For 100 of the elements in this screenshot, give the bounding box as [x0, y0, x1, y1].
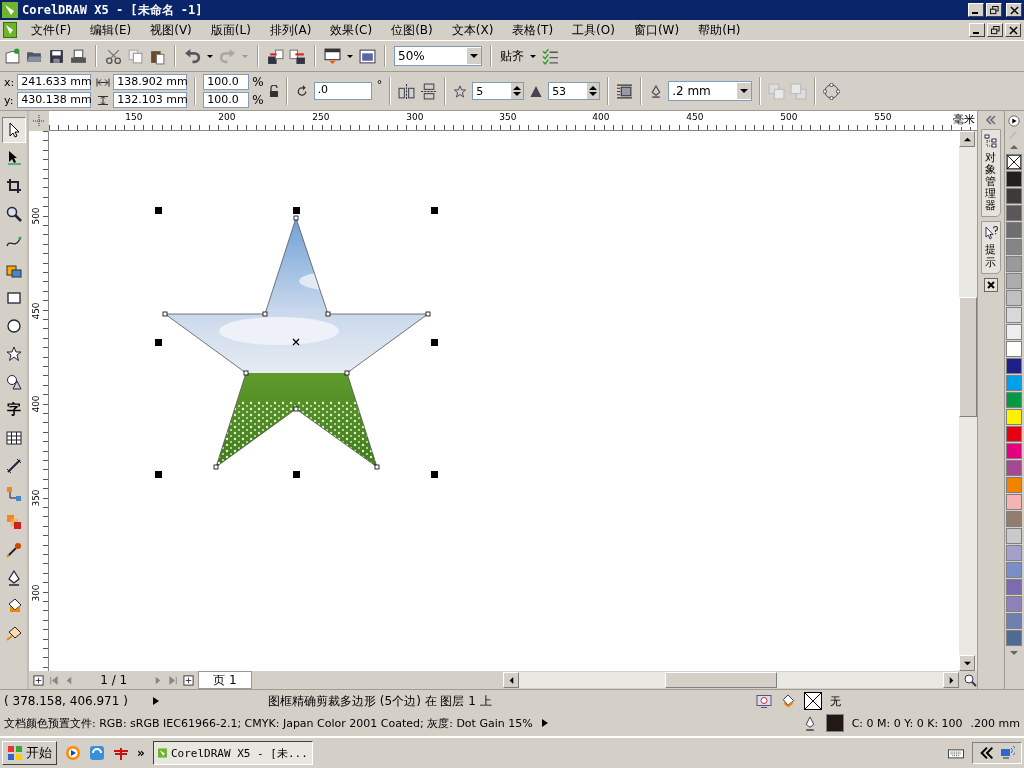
color-swatch[interactable]: [1006, 477, 1023, 493]
selection-handle[interactable]: [431, 207, 439, 214]
color-swatch[interactable]: [1006, 375, 1023, 391]
snap-to-menu[interactable]: 贴齐: [500, 47, 524, 65]
selection-handle[interactable]: [431, 471, 439, 478]
network-icon[interactable]: [999, 745, 1015, 761]
monitor-icon[interactable]: [756, 693, 772, 709]
color-swatch[interactable]: [1006, 205, 1023, 221]
export-icon[interactable]: [289, 47, 306, 65]
scroll-right-icon[interactable]: [947, 676, 955, 684]
docker-tab[interactable]: 对象管理器: [980, 129, 1001, 218]
collapse-chevron-icon[interactable]: [984, 115, 997, 125]
close-button[interactable]: [1006, 3, 1022, 17]
node-handle[interactable]: [293, 215, 299, 221]
caret-icon[interactable]: [529, 52, 537, 60]
tool-button[interactable]: 字: [1, 397, 26, 423]
selection-handle[interactable]: [431, 339, 439, 346]
center-mark-icon[interactable]: [292, 338, 300, 346]
wrap-text-icon[interactable]: [616, 82, 634, 100]
color-swatch[interactable]: [1006, 426, 1023, 442]
color-swatch[interactable]: [1006, 273, 1023, 289]
color-swatch[interactable]: [1006, 239, 1023, 255]
color-swatch[interactable]: [1006, 460, 1023, 476]
scroll-down-icon[interactable]: [963, 659, 971, 667]
spin-arrows-icon[interactable]: [589, 85, 598, 97]
outline-width-dropdown[interactable]: .2 mm: [668, 81, 753, 101]
chevron-icon[interactable]: [979, 745, 995, 761]
scale-y-field[interactable]: 100.0: [203, 92, 250, 108]
menu-item[interactable]: 排列(A): [269, 21, 312, 39]
color-swatch[interactable]: [1006, 562, 1023, 578]
scroll-up-icon[interactable]: [963, 135, 971, 143]
menu-item[interactable]: 编辑(E): [90, 21, 132, 39]
color-swatch[interactable]: [1006, 341, 1023, 357]
copy-icon[interactable]: [127, 47, 144, 65]
lock-icon[interactable]: [268, 85, 279, 97]
restore-button[interactable]: [987, 23, 1003, 37]
cut-icon[interactable]: [105, 47, 122, 65]
color-swatch[interactable]: [1006, 630, 1023, 646]
node-handle[interactable]: [162, 311, 168, 317]
node-handle[interactable]: [344, 370, 350, 376]
star-points-field[interactable]: 5: [472, 82, 525, 100]
sharpness-field[interactable]: 53: [548, 82, 601, 100]
add-page-icon[interactable]: [33, 674, 45, 686]
spin-arrows-icon[interactable]: [513, 85, 522, 97]
color-swatch[interactable]: [1006, 188, 1023, 204]
node-handle[interactable]: [213, 464, 219, 470]
color-swatch[interactable]: [1006, 324, 1023, 340]
color-swatch[interactable]: [1006, 579, 1023, 595]
page-tab[interactable]: 页 1: [198, 671, 252, 689]
color-swatch[interactable]: [1006, 171, 1023, 187]
rotation-angle-field[interactable]: .0: [313, 82, 372, 100]
import-icon[interactable]: [267, 47, 284, 65]
menu-item[interactable]: 帮助(H): [698, 21, 741, 39]
selection-handle[interactable]: [155, 339, 163, 346]
color-swatch[interactable]: [1006, 392, 1023, 408]
caret-icon[interactable]: [470, 52, 478, 60]
selection-handle[interactable]: [155, 207, 163, 214]
menu-item[interactable]: 窗口(W): [633, 21, 680, 39]
vertical-scrollbar[interactable]: [959, 131, 978, 671]
color-swatch[interactable]: [1006, 596, 1023, 612]
palette-menu-icon[interactable]: [1007, 115, 1022, 127]
x-position-field[interactable]: 241.633 mm: [17, 74, 92, 90]
scrollbar-thumb[interactable]: [665, 672, 778, 688]
caret-icon[interactable]: [740, 87, 749, 95]
color-swatch[interactable]: [1006, 409, 1023, 425]
minimize-button[interactable]: [968, 3, 984, 17]
menu-item[interactable]: 文件(F): [31, 21, 72, 39]
color-swatch[interactable]: [1006, 613, 1023, 629]
menu-item[interactable]: 版面(L): [210, 21, 251, 39]
scrollbar-thumb[interactable]: [959, 297, 978, 417]
scale-x-field[interactable]: 100.0: [203, 74, 250, 90]
close-button[interactable]: [1005, 23, 1021, 37]
zoom-level-dropdown[interactable]: 50%: [394, 46, 482, 66]
horizontal-ruler[interactable]: 150 200 250 300 350 400 450 500 550 毫米: [49, 111, 978, 131]
node-handle[interactable]: [293, 406, 299, 412]
menu-item[interactable]: 位图(B): [391, 21, 433, 39]
selection-handle[interactable]: [293, 207, 301, 214]
selection-handle[interactable]: [293, 471, 301, 478]
color-swatch[interactable]: [1006, 290, 1023, 306]
tool-button[interactable]: [1, 117, 26, 143]
node-handle[interactable]: [243, 370, 249, 376]
start-button[interactable]: 开始: [2, 741, 57, 765]
close-icon[interactable]: [983, 277, 998, 292]
undo-icon[interactable]: [184, 47, 201, 65]
color-swatch[interactable]: [1006, 494, 1023, 510]
height-field[interactable]: 132.103 mm: [113, 92, 188, 108]
print-icon[interactable]: [70, 47, 87, 65]
menu-item[interactable]: 工具(O): [572, 21, 615, 39]
horizontal-scrollbar[interactable]: [503, 672, 960, 688]
selection-handle[interactable]: [155, 471, 163, 478]
taskbar-window-button[interactable]: CorelDRAW X5 - [未...: [152, 741, 313, 765]
minimize-button[interactable]: [969, 23, 985, 37]
checklist-icon[interactable]: [542, 47, 559, 65]
docker-tab[interactable]: 提示: [980, 221, 1001, 274]
mirror-vertical-icon[interactable]: [420, 82, 438, 100]
media-player-icon[interactable]: [65, 745, 81, 761]
color-swatch[interactable]: [1006, 443, 1023, 459]
color-swatch[interactable]: [1006, 528, 1023, 544]
save-icon[interactable]: [48, 47, 65, 65]
color-swatch[interactable]: [1006, 511, 1023, 527]
